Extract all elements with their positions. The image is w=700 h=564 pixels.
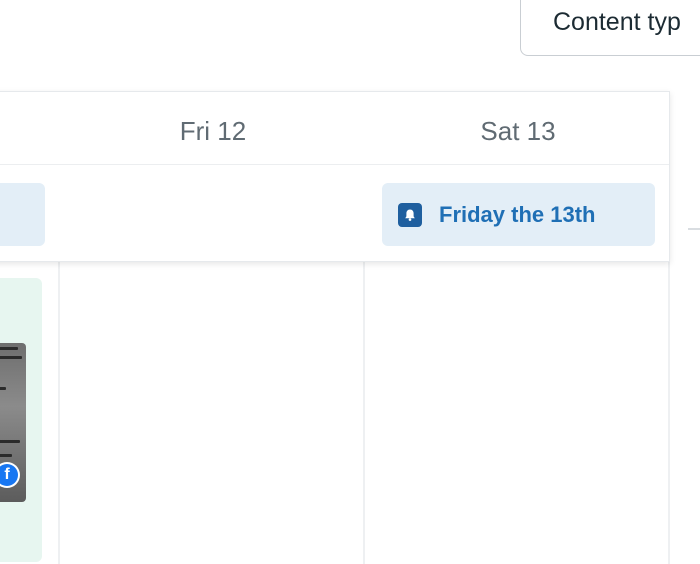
content-type-filter-button[interactable]: Content typ	[520, 0, 700, 56]
all-day-event-friday-the-13th[interactable]: Friday the 13th	[382, 183, 655, 246]
content-type-filter-label: Content typ	[553, 8, 681, 36]
header-divider	[0, 164, 669, 165]
calendar-week-header: Fri 12 Sat 13 Friday the 13th	[0, 91, 670, 262]
bell-icon	[398, 202, 422, 227]
day-column-divider	[363, 262, 365, 564]
day-column-divider	[668, 262, 670, 564]
day-header-sat: Sat 13	[480, 116, 556, 146]
divider	[688, 228, 700, 230]
all-day-event-previous[interactable]	[0, 183, 45, 246]
event-title: Friday the 13th	[439, 201, 596, 227]
day-header-fri: Fri 12	[179, 116, 247, 146]
day-column-divider	[58, 262, 60, 564]
